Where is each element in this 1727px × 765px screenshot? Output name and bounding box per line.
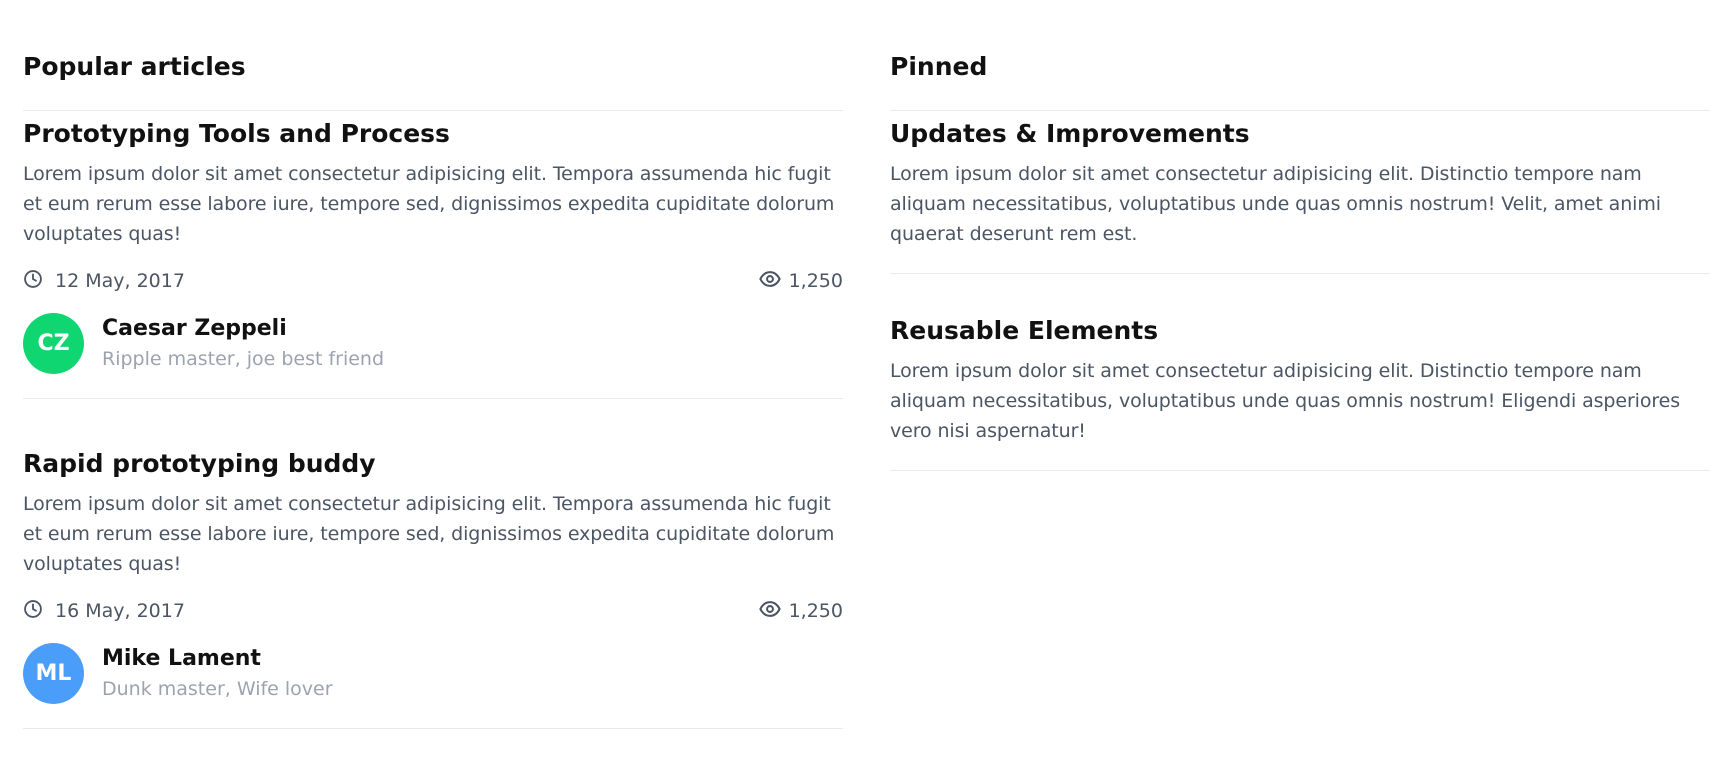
pinned-excerpt: Lorem ipsum dolor sit amet consectetur a…: [890, 163, 1661, 245]
eye-icon: [758, 600, 789, 623]
article-excerpt: Lorem ipsum dolor sit amet consectetur a…: [23, 493, 835, 575]
author-info: Caesar Zeppeli Ripple master, joe best f…: [102, 314, 384, 374]
article-date: 12 May, 2017: [23, 269, 185, 294]
pinned-title[interactable]: Reusable Elements: [890, 314, 1710, 348]
pinned-item[interactable]: Updates & Improvements Lorem ipsum dolor…: [890, 111, 1710, 249]
author[interactable]: CZ Caesar Zeppeli Ripple master, joe bes…: [23, 313, 843, 374]
clock-icon: [23, 599, 55, 624]
article-card[interactable]: Rapid prototyping buddy Lorem ipsum dolo…: [23, 447, 843, 704]
article-title[interactable]: Rapid prototyping buddy: [23, 447, 843, 481]
pinned-item[interactable]: Reusable Elements Lorem ipsum dolor sit …: [890, 314, 1710, 446]
article-views: 1,250: [758, 600, 843, 623]
pinned-section: Pinned Updates & Improvements Lorem ipsu…: [890, 50, 1710, 471]
section-title-pinned: Pinned: [890, 52, 988, 81]
article-views: 1,250: [758, 270, 843, 293]
article-date: 16 May, 2017: [23, 599, 185, 624]
date-text: 16 May, 2017: [55, 600, 185, 622]
page: Popular articles Prototyping Tools and P…: [0, 0, 1727, 765]
author-name[interactable]: Mike Lament: [102, 644, 333, 674]
avatar[interactable]: ML: [23, 643, 84, 704]
clock-icon: [23, 269, 55, 294]
eye-icon: [758, 270, 789, 293]
author-info: Mike Lament Dunk master, Wife lover: [102, 644, 333, 704]
avatar[interactable]: CZ: [23, 313, 84, 374]
pinned-title[interactable]: Updates & Improvements: [890, 117, 1710, 151]
divider: [23, 728, 843, 729]
views-count: 1,250: [788, 600, 843, 622]
article-title[interactable]: Prototyping Tools and Process: [23, 117, 843, 151]
section-title-popular: Popular articles: [23, 52, 246, 81]
author-role: Ripple master, joe best friend: [102, 347, 385, 370]
article-excerpt: Lorem ipsum dolor sit amet consectetur a…: [23, 163, 835, 245]
author[interactable]: ML Mike Lament Dunk master, Wife lover: [23, 643, 843, 704]
views-count: 1,250: [788, 270, 843, 292]
pinned-excerpt: Lorem ipsum dolor sit amet consectetur a…: [890, 360, 1681, 442]
author-name[interactable]: Caesar Zeppeli: [102, 314, 384, 344]
divider: [890, 470, 1710, 471]
article-card[interactable]: Prototyping Tools and Process Lorem ipsu…: [23, 111, 843, 374]
article-meta: 12 May, 2017 1,250: [23, 267, 843, 295]
article-meta: 16 May, 2017 1,250: [23, 597, 843, 625]
date-text: 12 May, 2017: [55, 270, 185, 292]
popular-articles-section: Popular articles Prototyping Tools and P…: [23, 50, 843, 729]
author-role: Dunk master, Wife lover: [102, 677, 333, 700]
